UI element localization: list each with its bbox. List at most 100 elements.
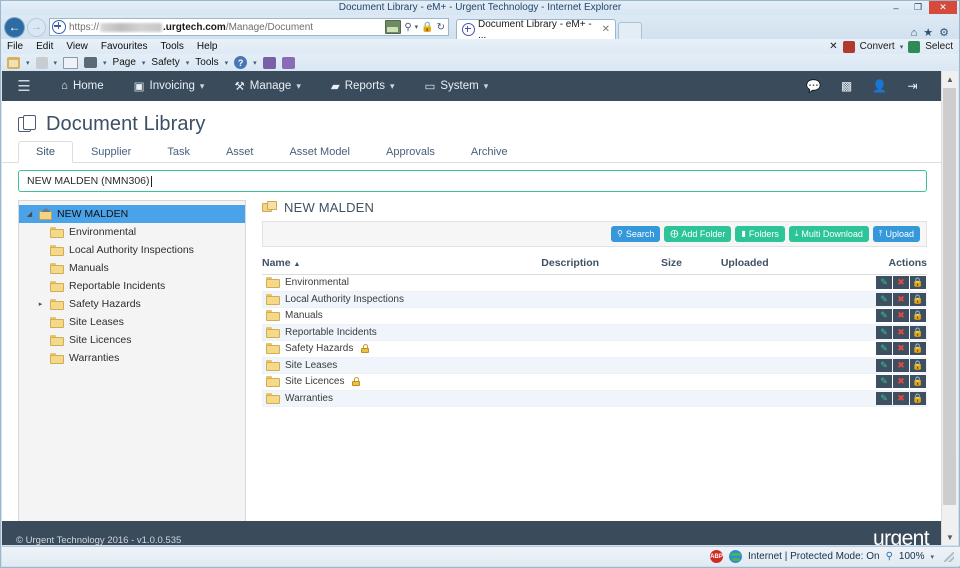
table-row[interactable]: Reportable Incidents ✎✖🔒 bbox=[262, 324, 927, 341]
feeds-icon[interactable] bbox=[36, 57, 48, 69]
tree-node-manuals[interactable]: Manuals bbox=[19, 259, 245, 277]
menu-item-edit[interactable]: Edit bbox=[36, 41, 53, 52]
table-row[interactable]: Safety Hazards ✎✖🔒 bbox=[262, 341, 927, 358]
tree-node-site-leases[interactable]: Site Leases bbox=[19, 313, 245, 331]
close-button[interactable]: ✕ bbox=[929, 1, 957, 14]
table-row[interactable]: Local Authority Inspections ✎✖🔒 bbox=[262, 291, 927, 308]
gear-icon[interactable]: ⚙ bbox=[939, 26, 949, 39]
compatibility-view-icon[interactable] bbox=[385, 20, 401, 34]
edit-icon[interactable]: ✎ bbox=[876, 375, 892, 388]
delete-icon[interactable]: ✖ bbox=[893, 309, 909, 322]
nav-item-manage[interactable]: ⚒ Manage ▾ bbox=[219, 71, 315, 101]
tab-task[interactable]: Task bbox=[149, 141, 208, 163]
safety-menu-button[interactable]: Safety bbox=[151, 57, 179, 68]
nav-item-home[interactable]: ⌂ Home bbox=[46, 71, 119, 101]
menu-item-help[interactable]: Help bbox=[197, 41, 218, 52]
page-menu-button[interactable]: Page bbox=[113, 57, 136, 68]
lock-icon[interactable]: 🔒 bbox=[910, 392, 926, 405]
column-header-size[interactable]: Size bbox=[661, 257, 721, 275]
table-row[interactable]: Warranties ✎✖🔒 bbox=[262, 390, 927, 407]
tab-close-icon[interactable]: ✕ bbox=[602, 24, 610, 35]
expander-icon[interactable]: ◢ bbox=[25, 210, 34, 218]
chat-icon[interactable]: 💬 bbox=[797, 79, 830, 93]
search-button[interactable]: ⚲ Search bbox=[611, 226, 660, 242]
refresh-icon[interactable]: ↻ bbox=[437, 22, 445, 33]
tab-asset[interactable]: Asset bbox=[208, 141, 272, 163]
nav-item-invoicing[interactable]: ▣ Invoicing ▾ bbox=[119, 71, 220, 101]
adblock-icon[interactable]: ABP bbox=[710, 550, 723, 563]
tab-asset-model[interactable]: Asset Model bbox=[271, 141, 368, 163]
select-button[interactable]: Select bbox=[925, 41, 953, 52]
table-row[interactable]: Manuals ✎✖🔒 bbox=[262, 308, 927, 325]
delete-icon[interactable]: ✖ bbox=[893, 293, 909, 306]
edit-icon[interactable]: ✎ bbox=[876, 342, 892, 355]
scrollbar-thumb[interactable] bbox=[943, 88, 956, 505]
back-button[interactable]: ← bbox=[5, 18, 24, 37]
address-bar[interactable]: https://.urgtech.com/Manage/Document ⚲ ▾… bbox=[49, 18, 449, 36]
minimize-button[interactable]: – bbox=[885, 1, 907, 14]
page-scrollbar[interactable]: ▲ ▼ bbox=[941, 71, 958, 545]
tree-node-local-authority-inspections[interactable]: Local Authority Inspections bbox=[19, 241, 245, 259]
delete-icon[interactable]: ✖ bbox=[893, 392, 909, 405]
upload-button[interactable]: ⤒ Upload bbox=[873, 226, 920, 242]
tab-approvals[interactable]: Approvals bbox=[368, 141, 453, 163]
lock-icon[interactable]: 🔒 bbox=[910, 309, 926, 322]
menu-item-tools[interactable]: Tools bbox=[161, 41, 184, 52]
tree-node-root[interactable]: ◢ NEW MALDEN bbox=[19, 205, 245, 223]
tree-node-safety-hazards[interactable]: ▸ Safety Hazards bbox=[19, 295, 245, 313]
home-icon[interactable]: ⌂ bbox=[911, 27, 918, 39]
menu-item-favourites[interactable]: Favourites bbox=[101, 41, 148, 52]
resize-grip[interactable] bbox=[944, 552, 954, 562]
edit-icon[interactable]: ✎ bbox=[876, 326, 892, 339]
table-row[interactable]: Site Licences ✎✖🔒 bbox=[262, 374, 927, 391]
lock-icon[interactable]: 🔒 bbox=[910, 359, 926, 372]
chevron-down-icon[interactable]: ▾ bbox=[26, 59, 30, 67]
scroll-up-icon[interactable]: ▲ bbox=[942, 71, 958, 87]
lock-icon[interactable]: 🔒 bbox=[910, 375, 926, 388]
chevron-down-icon[interactable]: ▾ bbox=[225, 59, 229, 67]
search-input[interactable]: NEW MALDEN (NMN306) bbox=[18, 170, 927, 192]
help-icon[interactable]: ? bbox=[234, 56, 247, 69]
forward-button[interactable]: → bbox=[27, 18, 46, 37]
lock-icon[interactable]: 🔒 bbox=[910, 293, 926, 306]
stats-icon[interactable]: ▩ bbox=[830, 79, 863, 93]
expander-icon[interactable]: ▸ bbox=[36, 300, 45, 308]
tree-node-environmental[interactable]: Environmental bbox=[19, 223, 245, 241]
search-icon[interactable]: ⚲ bbox=[404, 22, 411, 33]
tab-archive[interactable]: Archive bbox=[453, 141, 526, 163]
browser-tab[interactable]: Document Library - eM+ - ... ✕ bbox=[456, 19, 616, 39]
chevron-down-icon[interactable]: ▾ bbox=[253, 59, 257, 67]
column-header-name[interactable]: Name ▲ bbox=[262, 257, 541, 275]
print-icon[interactable] bbox=[84, 57, 97, 68]
onenote-icon[interactable] bbox=[263, 57, 276, 69]
zoom-icon[interactable]: ⚲ bbox=[886, 551, 893, 562]
tree-node-warranties[interactable]: Warranties bbox=[19, 349, 245, 367]
chevron-down-icon[interactable]: ▾ bbox=[930, 553, 934, 561]
maximize-button[interactable]: ❐ bbox=[907, 1, 929, 14]
tree-node-reportable-incidents[interactable]: Reportable Incidents bbox=[19, 277, 245, 295]
addon-close-icon[interactable]: ✕ bbox=[829, 41, 837, 52]
tab-site[interactable]: Site bbox=[18, 141, 73, 163]
home-icon[interactable] bbox=[7, 57, 20, 69]
hamburger-menu-icon[interactable]: ☰ bbox=[2, 77, 46, 95]
scroll-down-icon[interactable]: ▼ bbox=[942, 529, 958, 545]
favorites-star-icon[interactable]: ★ bbox=[923, 26, 933, 39]
edit-icon[interactable]: ✎ bbox=[876, 276, 892, 289]
delete-icon[interactable]: ✖ bbox=[893, 276, 909, 289]
chevron-down-icon[interactable]: ▾ bbox=[900, 43, 904, 51]
tree-node-site-licences[interactable]: Site Licences bbox=[19, 331, 245, 349]
folders-button[interactable]: ▮ Folders bbox=[735, 226, 784, 242]
table-row[interactable]: Site Leases ✎✖🔒 bbox=[262, 357, 927, 374]
lock-icon[interactable]: 🔒 bbox=[910, 326, 926, 339]
zoom-level-label[interactable]: 100% bbox=[899, 551, 925, 562]
edit-icon[interactable]: ✎ bbox=[876, 392, 892, 405]
user-icon[interactable]: 👤 bbox=[863, 79, 896, 93]
column-header-description[interactable]: Description bbox=[541, 257, 661, 275]
column-header-uploaded[interactable]: Uploaded bbox=[721, 257, 847, 275]
office-icon[interactable] bbox=[282, 57, 295, 69]
new-tab-button[interactable] bbox=[618, 22, 642, 39]
edit-icon[interactable]: ✎ bbox=[876, 309, 892, 322]
nav-item-reports[interactable]: ▰ Reports ▾ bbox=[316, 71, 410, 101]
chevron-down-icon[interactable]: ▾ bbox=[103, 59, 107, 67]
menu-item-file[interactable]: File bbox=[7, 41, 23, 52]
